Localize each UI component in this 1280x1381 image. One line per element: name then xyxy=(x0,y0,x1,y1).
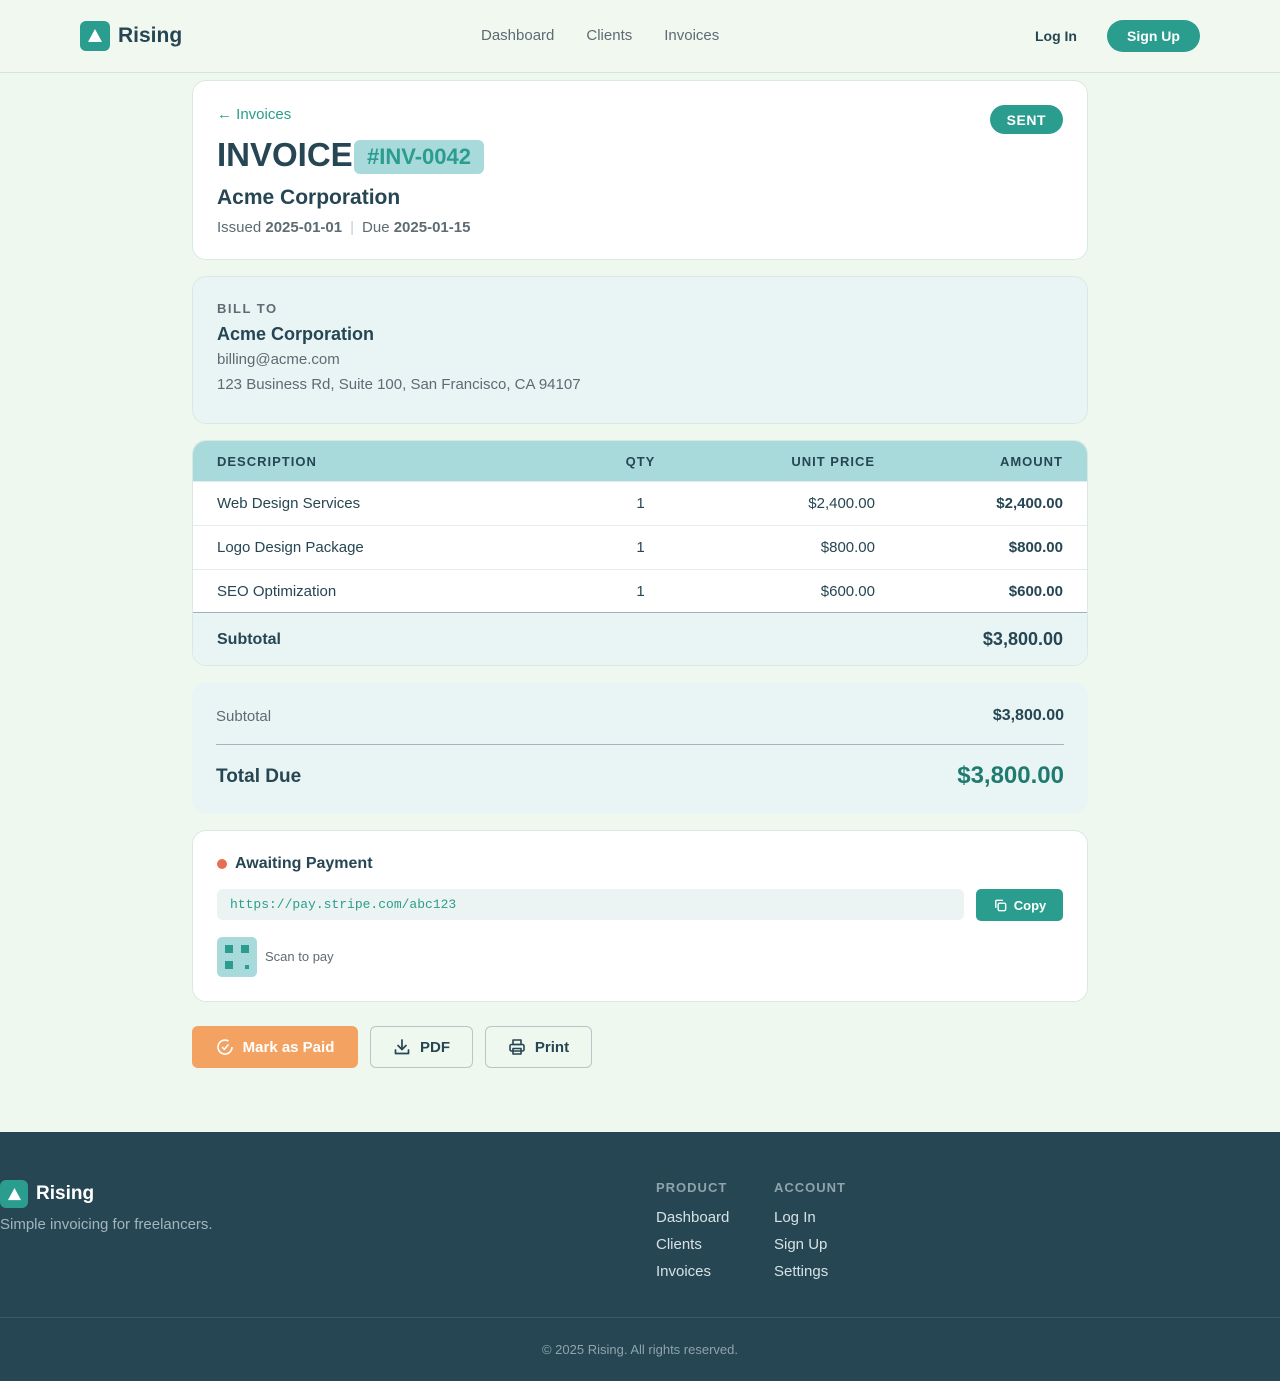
check-circle-icon xyxy=(216,1039,233,1055)
nav-invoices[interactable]: Invoices xyxy=(664,27,719,44)
row-qty: 1 xyxy=(636,539,645,556)
table-row: Web Design Services 1 $2,400.00 $2,400.0… xyxy=(193,481,1087,525)
footer-product-heading: PRODUCT xyxy=(656,1180,728,1195)
row-unit-price: $2,400.00 xyxy=(808,495,875,512)
due-label: Due xyxy=(362,219,390,236)
invoice-header-card: ← Invoices SENT INVOICE #INV-0042 Acme C… xyxy=(192,80,1088,260)
copy-link-button[interactable]: Copy xyxy=(976,889,1063,921)
totals-card: Subtotal $3,800.00 Total Due $3,800.00 xyxy=(192,682,1088,814)
nav-dashboard[interactable]: Dashboard xyxy=(481,27,554,44)
download-pdf-button[interactable]: PDF xyxy=(370,1026,473,1068)
back-to-invoices-link[interactable]: ← Invoices xyxy=(217,106,291,123)
row-qty: 1 xyxy=(636,582,645,600)
print-button[interactable]: Print xyxy=(485,1026,592,1068)
invoice-title: INVOICE xyxy=(217,136,353,173)
footer-product-column: PRODUCT Dashboard Clients Invoices xyxy=(656,1180,729,1290)
row-unit-price: $800.00 xyxy=(820,539,875,556)
payment-status: Awaiting Payment xyxy=(235,855,373,872)
bill-to-address: 123 Business Rd, Suite 100, San Francisc… xyxy=(217,376,581,393)
footer-account-column: ACCOUNT Log In Sign Up Settings xyxy=(774,1180,846,1290)
download-icon xyxy=(394,1039,410,1055)
footer-link-login[interactable]: Log In xyxy=(774,1209,846,1226)
footer-tagline: Simple invoicing for freelancers. xyxy=(0,1216,213,1233)
due-date: 2025-01-15 xyxy=(393,219,471,236)
date-separator: | xyxy=(350,219,355,236)
footer-link-invoices[interactable]: Invoices xyxy=(656,1263,729,1280)
line-items-table: DESCRIPTION QTY UNIT PRICE AMOUNT Web De… xyxy=(192,440,1088,666)
payment-card: Awaiting Payment https://pay.stripe.com/… xyxy=(192,830,1088,1002)
table-subtotal-value: $3,800.00 xyxy=(982,629,1063,649)
subtotal-value: $3,800.00 xyxy=(992,707,1064,724)
triangle-logo-icon xyxy=(80,21,110,51)
footer-brand-name: Rising xyxy=(36,1183,95,1204)
row-description: SEO Optimization xyxy=(217,582,337,600)
mark-as-paid-button[interactable]: Mark as Paid xyxy=(192,1026,358,1068)
bill-to-email: billing@acme.com xyxy=(217,351,340,368)
copy-label: Copy xyxy=(1013,897,1047,913)
triangle-logo-icon xyxy=(0,1180,28,1208)
top-navbar: Rising Dashboard Clients Invoices Log In… xyxy=(0,0,1280,73)
bill-to-card: BILL TO Acme Corporation billing@acme.co… xyxy=(192,276,1088,424)
scan-to-pay-label: Scan to pay xyxy=(265,949,334,964)
footer-link-settings[interactable]: Settings xyxy=(774,1263,846,1280)
footer-link-clients[interactable]: Clients xyxy=(656,1236,729,1253)
print-label: Print xyxy=(534,1038,570,1056)
table-row: SEO Optimization 1 $600.00 $600.00 xyxy=(193,569,1087,612)
col-header-qty: QTY xyxy=(625,453,656,469)
issued-date: 2025-01-01 xyxy=(265,219,343,236)
invoice-dates: Issued 2025-01-01 | Due 2025-01-15 xyxy=(217,219,470,236)
issued-label: Issued xyxy=(217,219,262,236)
totals-divider xyxy=(216,744,1064,745)
brand-name: Rising xyxy=(118,24,183,47)
table-subtotal-label: Subtotal xyxy=(217,631,281,648)
brand-link[interactable]: Rising xyxy=(80,21,182,51)
row-amount: $2,400.00 xyxy=(996,495,1063,512)
row-amount: $600.00 xyxy=(1008,582,1063,600)
row-description: Logo Design Package xyxy=(217,539,364,556)
row-qty: 1 xyxy=(636,495,645,512)
qr-code-icon xyxy=(217,937,257,977)
signup-button[interactable]: Sign Up xyxy=(1107,20,1200,52)
table-row: Logo Design Package 1 $800.00 $800.00 xyxy=(193,525,1087,569)
footer-copyright: © 2025 Rising. All rights reserved. xyxy=(541,1342,738,1357)
invoice-number-badge: #INV-0042 xyxy=(354,140,484,174)
bill-to-name: Acme Corporation xyxy=(217,324,375,344)
footer-link-dashboard[interactable]: Dashboard xyxy=(656,1209,729,1226)
subtotal-label: Subtotal xyxy=(216,708,272,725)
client-name: Acme Corporation xyxy=(217,186,401,209)
footer-link-signup[interactable]: Sign Up xyxy=(774,1236,846,1253)
main-nav: Dashboard Clients Invoices xyxy=(481,27,719,44)
col-header-unit-price: UNIT PRICE xyxy=(791,453,875,469)
table-subtotal-row: Subtotal $3,800.00 xyxy=(193,612,1087,665)
footer: Rising Simple invoicing for freelancers.… xyxy=(0,1132,1280,1381)
printer-icon xyxy=(509,1039,525,1055)
nav-clients[interactable]: Clients xyxy=(586,27,632,44)
copy-icon xyxy=(994,899,1007,911)
footer-account-heading: ACCOUNT xyxy=(774,1180,846,1195)
pdf-label: PDF xyxy=(420,1038,450,1056)
row-unit-price: $600.00 xyxy=(820,582,875,600)
status-badge: SENT xyxy=(989,105,1063,134)
table-header-row: DESCRIPTION QTY UNIT PRICE AMOUNT xyxy=(193,441,1087,481)
col-header-description: DESCRIPTION xyxy=(217,453,317,469)
col-header-amount: AMOUNT xyxy=(999,453,1063,469)
footer-divider xyxy=(0,1317,1280,1318)
footer-brand[interactable]: Rising xyxy=(0,1180,94,1208)
payment-link-field[interactable]: https://pay.stripe.com/abc123 xyxy=(217,889,964,920)
mark-as-paid-label: Mark as Paid xyxy=(242,1038,335,1056)
row-description: Web Design Services xyxy=(217,495,361,512)
status-dot-icon xyxy=(217,859,227,869)
login-link[interactable]: Log In xyxy=(1035,28,1077,44)
total-due-label: Total Due xyxy=(216,766,302,787)
row-amount: $800.00 xyxy=(1008,539,1063,556)
bill-to-label: BILL TO xyxy=(217,301,278,316)
total-due-value: $3,800.00 xyxy=(957,762,1064,789)
